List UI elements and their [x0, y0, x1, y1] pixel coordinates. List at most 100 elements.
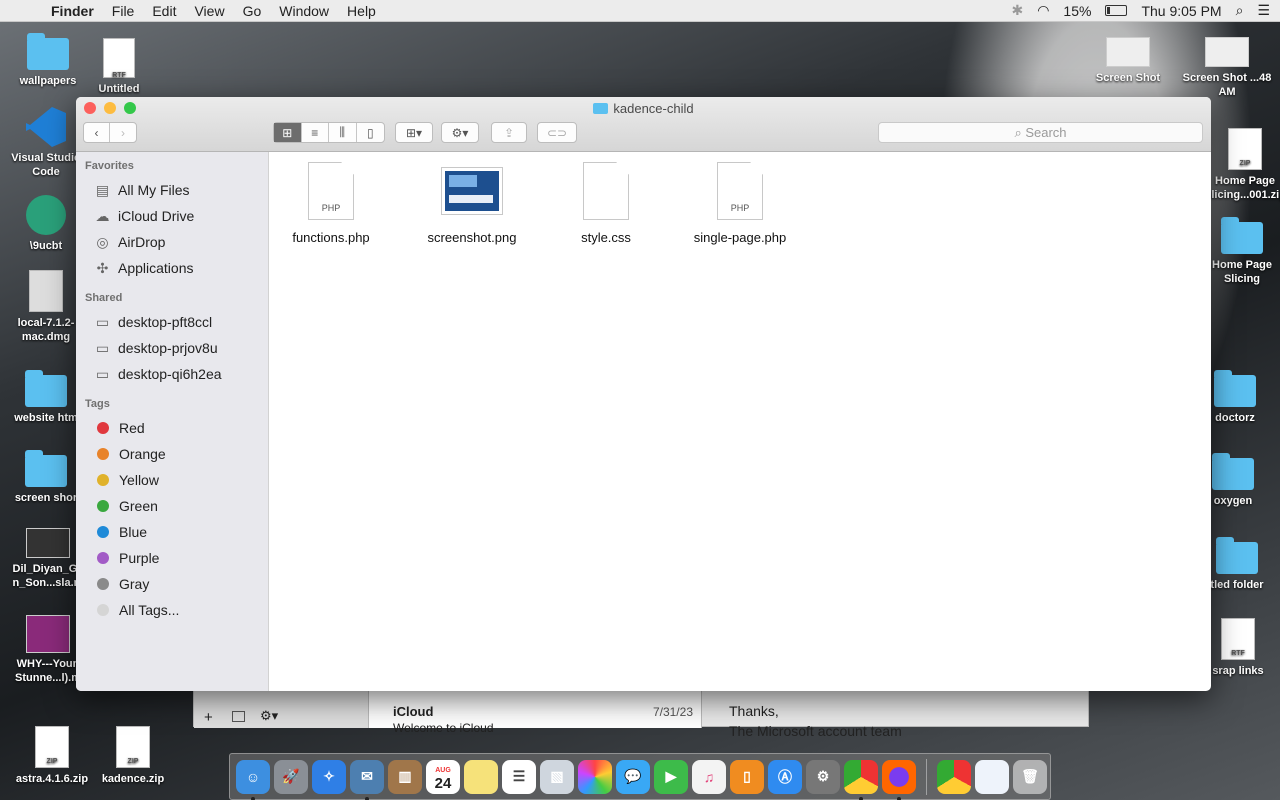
desktop-icon-screen-shot-1[interactable]: Screen Shot	[1083, 37, 1173, 85]
messages-dock-icon[interactable]: 💬	[616, 759, 650, 794]
inbox-tray-icon[interactable]	[232, 711, 245, 722]
spotlight-search-icon[interactable]: ⌕	[1236, 2, 1244, 19]
desktop-icon-kadence-zip[interactable]: ZIP kadence.zip	[88, 726, 178, 786]
facetime-dock-icon[interactable]: ▶	[654, 759, 688, 794]
app-store-dock-icon[interactable]: Ⓐ	[768, 759, 802, 794]
menu-go[interactable]: Go	[234, 3, 271, 19]
calendar-dock-icon[interactable]: AUG 24	[426, 759, 460, 794]
battery-percent[interactable]: 15%	[1063, 3, 1091, 19]
sidebar-tag-3[interactable]: Green	[76, 493, 268, 519]
cloud-icon: ☁	[95, 207, 110, 224]
file-item-single-page-php[interactable]: PHP single-page.php	[680, 162, 800, 245]
photos-dock-icon[interactable]	[578, 759, 612, 794]
file-item-style-css[interactable]: style.css	[546, 162, 666, 245]
desktop-icon-screen-shot-2[interactable]: Screen Shot ...48 AM	[1182, 37, 1272, 99]
sidebar-item-icloud-drive[interactable]: ☁ iCloud Drive	[76, 203, 268, 229]
sidebar-tag-2[interactable]: Yellow	[76, 467, 268, 493]
computer-icon: ▭	[95, 313, 110, 330]
tags-button[interactable]: ⊂⊃	[537, 122, 577, 143]
tag-icon: ⊂⊃	[546, 125, 568, 140]
icon-view-icon[interactable]: ⊞	[274, 123, 302, 142]
sidebar-tag-6[interactable]: Gray	[76, 571, 268, 597]
folder-icon	[1216, 537, 1258, 574]
mail-message-list[interactable]: iCloud 7/31/23 Welcome to iCloud	[369, 691, 702, 735]
menu-view[interactable]: View	[185, 3, 233, 19]
tag-color-dot-icon	[97, 500, 109, 512]
tag-label: Gray	[119, 576, 150, 592]
sidebar-section-tags: Tags	[85, 398, 110, 410]
finder-window: kadence-child ‹ › ⊞ ≡ ⫼ ▯ ⊞▾ ⚙▾ ⇪ ⊂⊃ ⌕ S…	[76, 97, 1211, 691]
sidebar-item-applications[interactable]: ✣ Applications	[76, 255, 268, 281]
reminders-dock-icon[interactable]: ☰	[502, 759, 536, 794]
message-subject: Welcome to iCloud	[393, 721, 494, 735]
system-preferences-dock-icon[interactable]: ⚙	[806, 759, 840, 794]
sidebar-tag-0[interactable]: Red	[76, 415, 268, 441]
applications-icon: ✣	[96, 259, 109, 276]
column-view-icon[interactable]: ⫼	[329, 123, 357, 142]
tag-label: Yellow	[119, 472, 159, 488]
mail-dock-icon[interactable]: ✉	[350, 759, 384, 800]
screenshot-thumbnail	[1106, 37, 1150, 67]
safari-dock-icon[interactable]: ✧	[312, 759, 346, 794]
folder-icon	[593, 103, 609, 114]
preview-dock-icon[interactable]: ▧	[540, 759, 574, 794]
menu-file[interactable]: File	[103, 3, 144, 19]
menu-app-finder[interactable]: Finder	[42, 3, 103, 19]
list-view-icon[interactable]: ≡	[302, 123, 329, 142]
trash-dock-icon[interactable]: 🗑	[1013, 759, 1047, 794]
menu-help[interactable]: Help	[338, 3, 385, 19]
sidebar-item-shared-1[interactable]: ▭ desktop-pft8ccl	[76, 309, 268, 335]
back-button[interactable]: ‹	[84, 123, 111, 142]
sidebar-item-shared-3[interactable]: ▭ desktop-qi6h2ea	[76, 361, 268, 387]
tag-color-dot-icon	[97, 526, 109, 538]
chrome-dock-icon[interactable]	[844, 759, 878, 800]
itunes-dock-icon[interactable]: ♫	[692, 759, 726, 794]
add-icon[interactable]: +	[204, 709, 213, 726]
file-name: single-page.php	[693, 230, 787, 245]
battery-icon[interactable]	[1105, 5, 1128, 16]
finder-dock-icon[interactable]: ☺	[236, 759, 270, 800]
folder-icon	[1214, 370, 1256, 407]
forward-button[interactable]: ›	[110, 123, 136, 142]
file-item-functions-php[interactable]: PHP functions.php	[271, 162, 391, 245]
sidebar-tag-4[interactable]: Blue	[76, 519, 268, 545]
file-browser-area[interactable]: PHP functions.php screenshot.png style.c…	[269, 152, 1211, 691]
image-thumbnail	[442, 168, 502, 214]
launchpad-dock-icon[interactable]: 🚀	[274, 759, 308, 794]
sidebar-tag-5[interactable]: Purple	[76, 545, 268, 571]
message-body-line: The Microsoft account team	[729, 723, 902, 739]
menu-window[interactable]: Window	[270, 3, 338, 19]
tag-label: Orange	[119, 446, 166, 462]
desktop-icon-astra-zip[interactable]: ZIP astra.4.1.6.zip	[7, 726, 97, 786]
cover-flow-icon[interactable]: ▯	[357, 123, 384, 142]
chrome-document-dock-icon[interactable]	[937, 759, 971, 794]
notes-dock-icon[interactable]	[464, 759, 498, 794]
documents-stack-dock-icon[interactable]	[975, 759, 1009, 794]
arrange-button[interactable]: ⊞▾	[395, 122, 433, 143]
sidebar-item-airdrop[interactable]: ◎ AirDrop	[76, 229, 268, 255]
mail-window-background[interactable]: + ⚙▾ iCloud 7/31/23 Welcome to iCloud Th…	[193, 690, 1089, 739]
screenshot-thumbnail	[1205, 37, 1249, 67]
tag-label: Purple	[119, 550, 160, 566]
sidebar-tag-1[interactable]: Orange	[76, 441, 268, 467]
notification-center-icon[interactable]: ☰	[1257, 2, 1270, 19]
desktop-icon-home-page-zip[interactable]: ZIP Home Page Slicing...001.zip	[1200, 128, 1280, 202]
share-button[interactable]: ⇪	[491, 122, 527, 143]
firefox-dock-icon[interactable]	[882, 759, 916, 800]
search-icon: ⌕	[1014, 125, 1026, 140]
sidebar-tag-7[interactable]: All Tags...	[76, 597, 268, 623]
ibooks-dock-icon[interactable]: ▯	[730, 759, 764, 794]
tag-list: Red Orange Yellow Green Blue Purple Gray All Ta…	[76, 415, 268, 623]
bluetooth-icon[interactable]: ✱	[1011, 2, 1023, 19]
wifi-icon[interactable]: ◠	[1037, 2, 1049, 19]
gear-icon[interactable]: ⚙▾	[260, 708, 278, 724]
desktop-icon-untitled[interactable]: RTF Untitled	[74, 38, 164, 96]
action-button[interactable]: ⚙▾	[441, 122, 479, 143]
contacts-dock-icon[interactable]: ▥	[388, 759, 422, 794]
file-item-screenshot-png[interactable]: screenshot.png	[412, 162, 532, 245]
sidebar-item-all-my-files[interactable]: ▤ All My Files	[76, 177, 268, 203]
search-input[interactable]: ⌕ Search	[878, 122, 1203, 143]
clock[interactable]: Thu 9:05 PM	[1141, 3, 1221, 19]
sidebar-item-shared-2[interactable]: ▭ desktop-prjov8u	[76, 335, 268, 361]
menu-edit[interactable]: Edit	[143, 3, 185, 19]
